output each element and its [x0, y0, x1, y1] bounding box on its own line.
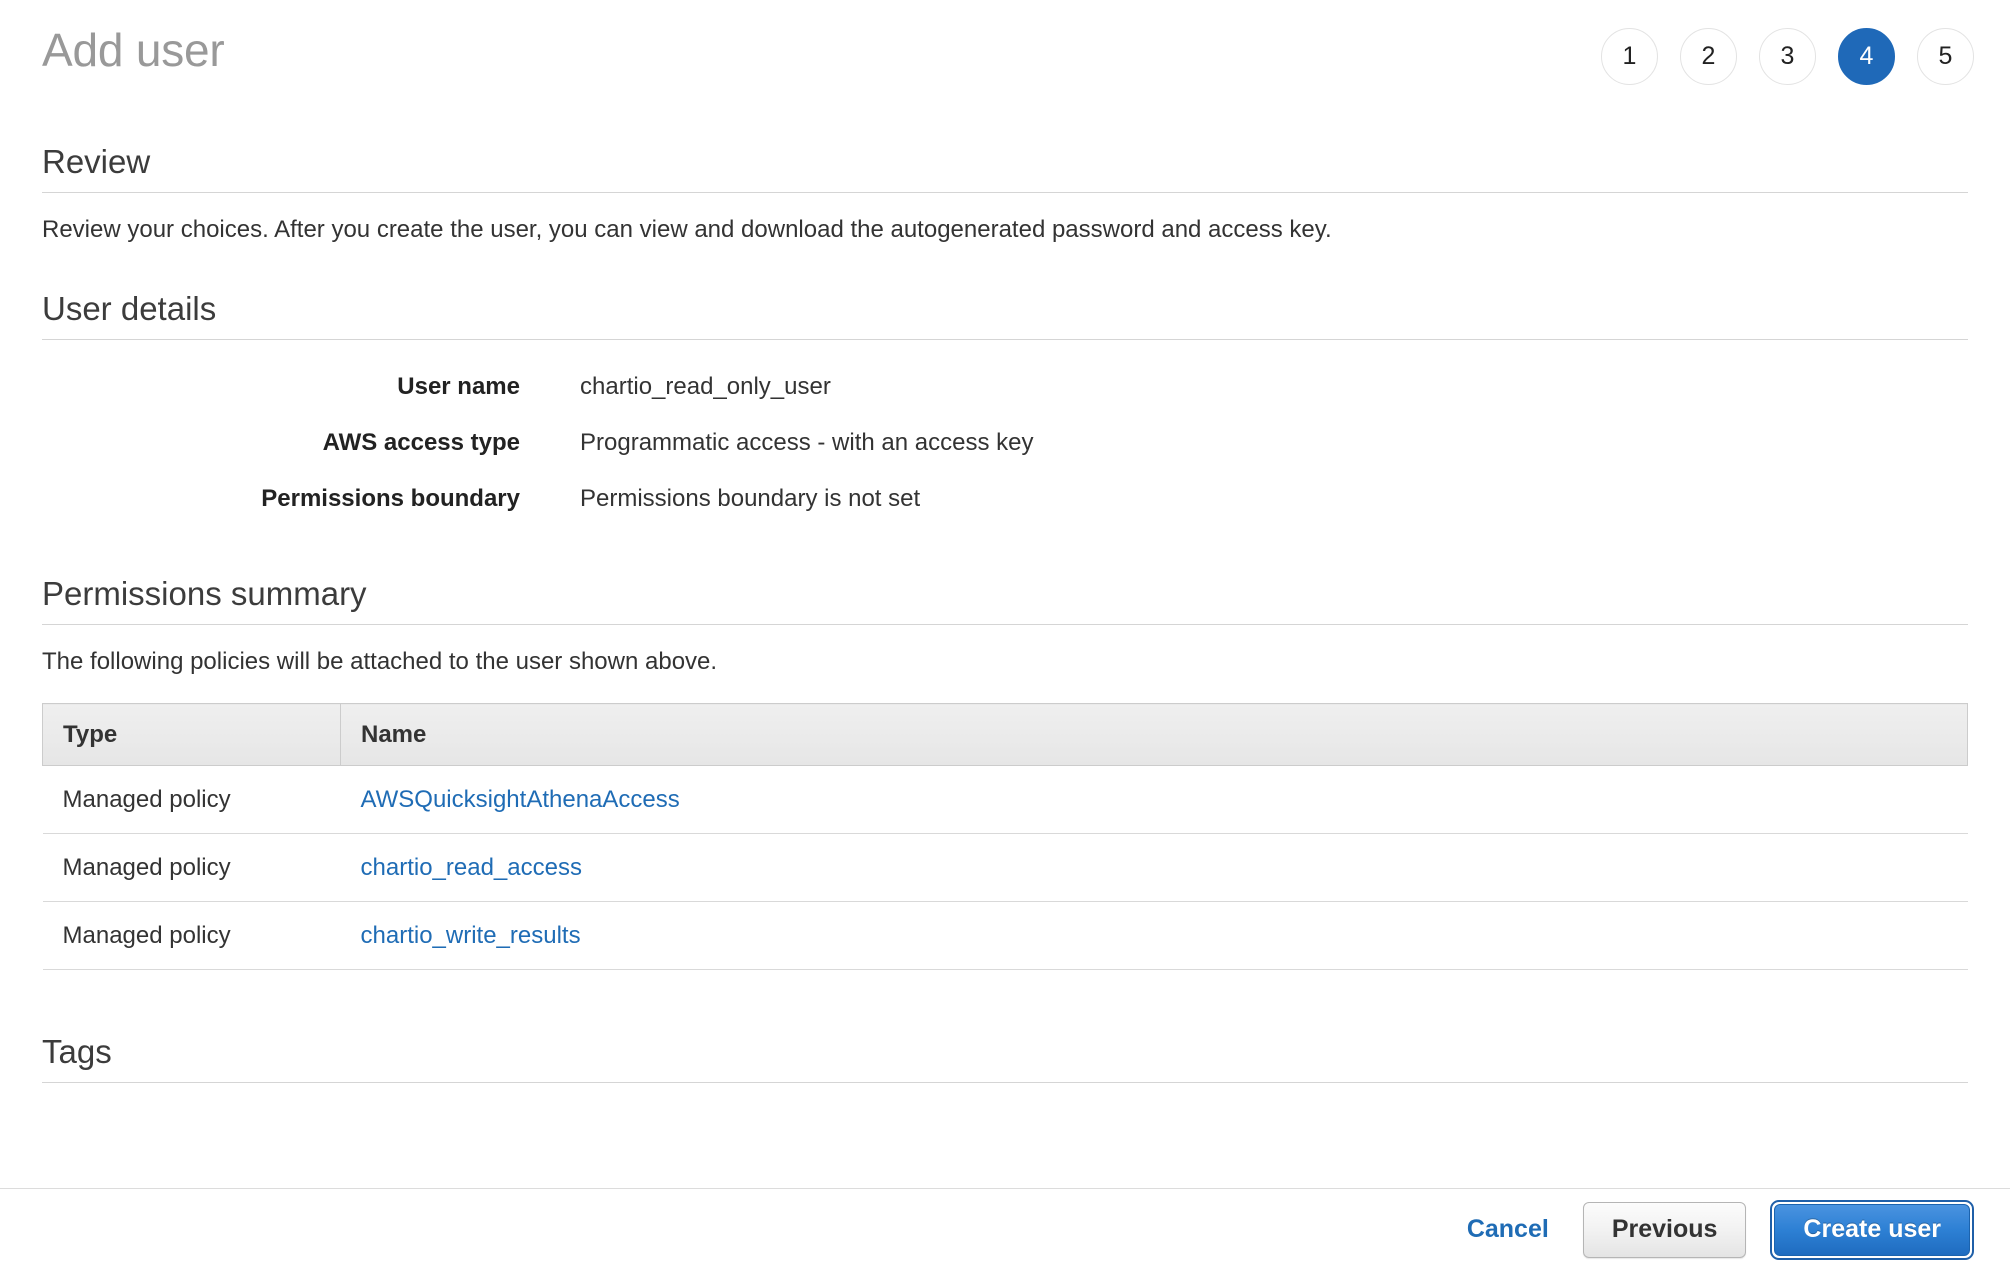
policy-table-head: Type Name: [42, 703, 1968, 766]
page-title: Add user: [42, 24, 225, 76]
cancel-button[interactable]: Cancel: [1457, 1209, 1559, 1250]
user-details-section: User details User name chartio_read_only…: [42, 289, 1968, 514]
policy-table-body: Managed policy AWSQuicksightAthenaAccess…: [42, 765, 1968, 970]
review-heading: Review: [42, 143, 151, 180]
policy-link[interactable]: chartio_read_access: [361, 854, 582, 881]
policy-type-cell: Managed policy: [42, 765, 341, 834]
detail-label-aws-access-type: AWS access type: [322, 429, 520, 456]
previous-button[interactable]: Previous: [1582, 1201, 1747, 1258]
column-header-type: Type: [42, 703, 341, 766]
detail-value-permissions-boundary: Permissions boundary is not set: [580, 485, 921, 512]
policy-table-header-row: Type Name: [42, 703, 1968, 766]
step-3[interactable]: 3: [1759, 28, 1816, 85]
user-details-heading: User details: [42, 290, 217, 327]
step-4[interactable]: 4: [1838, 28, 1895, 85]
page-header: Add user 1 2 3 4 5: [0, 0, 2010, 120]
detail-row: AWS access type Programmatic access - wi…: [42, 428, 1968, 458]
policy-name-cell: chartio_write_results: [340, 901, 1968, 970]
policy-link[interactable]: chartio_write_results: [361, 922, 581, 949]
table-row: Managed policy chartio_write_results: [42, 901, 1968, 970]
policy-table: Type Name Managed policy AWSQuicksightAt…: [42, 703, 1968, 970]
column-header-name: Name: [340, 703, 1968, 766]
permissions-summary-divider: [42, 624, 1968, 625]
permissions-summary-description: The following policies will be attached …: [42, 648, 718, 675]
permissions-summary-heading: Permissions summary: [42, 575, 367, 612]
detail-row: User name chartio_read_only_user: [42, 372, 1968, 402]
policy-name-cell: AWSQuicksightAthenaAccess: [340, 765, 1968, 834]
table-row: Managed policy AWSQuicksightAthenaAccess: [42, 765, 1968, 834]
review-section: Review Review your choices. After you cr…: [42, 142, 1968, 245]
tags-heading: Tags: [42, 1033, 112, 1070]
create-user-button-focus-ring: Create user: [1770, 1199, 1974, 1260]
step-2[interactable]: 2: [1680, 28, 1737, 85]
step-1[interactable]: 1: [1601, 28, 1658, 85]
detail-row: Permissions boundary Permissions boundar…: [42, 484, 1968, 514]
step-indicator: 1 2 3 4 5: [1601, 28, 1974, 85]
policy-name-cell: chartio_read_access: [340, 833, 1968, 902]
create-user-button[interactable]: Create user: [1774, 1203, 1970, 1256]
user-details-divider: [42, 339, 1968, 340]
detail-label-user-name: User name: [397, 373, 520, 400]
user-details-list: User name chartio_read_only_user AWS acc…: [42, 372, 1968, 514]
tags-divider: [42, 1082, 1968, 1083]
detail-label-permissions-boundary: Permissions boundary: [261, 485, 520, 512]
table-row: Managed policy chartio_read_access: [42, 833, 1968, 902]
detail-value-user-name: chartio_read_only_user: [580, 373, 831, 400]
policy-link[interactable]: AWSQuicksightAthenaAccess: [361, 786, 680, 813]
main-content: Review Review your choices. After you cr…: [0, 142, 2010, 1083]
step-5[interactable]: 5: [1917, 28, 1974, 85]
policy-type-cell: Managed policy: [42, 833, 341, 902]
review-divider: [42, 192, 1968, 193]
permissions-summary-section: Permissions summary The following polici…: [42, 574, 1968, 970]
policy-type-cell: Managed policy: [42, 901, 341, 970]
detail-value-aws-access-type: Programmatic access - with an access key: [580, 429, 1034, 456]
review-description: Review your choices. After you create th…: [42, 216, 1332, 243]
tags-section: Tags: [42, 1032, 1968, 1083]
footer-action-bar: Cancel Previous Create user: [0, 1188, 2010, 1270]
